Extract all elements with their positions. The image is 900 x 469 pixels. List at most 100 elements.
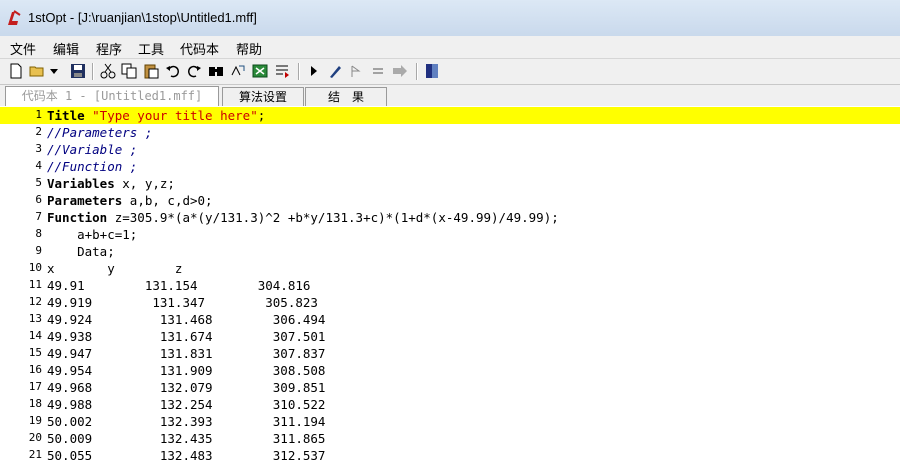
code-line[interactable]: 6 Parameters a,b, c,d>0; [0,192,900,209]
code-plain: 49.988 132.254 310.522 [47,397,326,412]
code-line[interactable]: 19 50.002 132.393 311.194 [0,413,900,430]
line-number: 6 [35,193,42,206]
code-line[interactable]: 16 49.954 131.909 308.508 [0,362,900,379]
code-plain: 49.938 131.674 307.501 [47,329,326,344]
code-comment: //Variable ; [47,142,138,157]
code-plain: z=305.9*(a*(y/131.3)^2 +b*y/131.3+c)*(1+… [114,210,559,225]
code-text: x y z [47,260,182,277]
line-number: 10 [28,261,42,274]
app-logo-icon [8,10,21,25]
redo-icon[interactable] [186,63,202,79]
code-plain: 50.002 132.393 311.194 [47,414,326,429]
code-line[interactable]: 15 49.947 131.831 307.837 [0,345,900,362]
code-plain: 49.954 131.909 308.508 [47,363,326,378]
code-text: 49.988 132.254 310.522 [47,396,325,413]
import-icon[interactable] [274,63,290,79]
debug-icon[interactable] [327,63,343,79]
line-number: 1 [35,108,42,121]
code-plain: a,b, c,d>0; [129,193,213,208]
code-line[interactable]: 1 Title "Type your title here"; [0,107,900,124]
code-text: 49.938 131.674 307.501 [47,328,325,345]
book-icon[interactable] [424,63,440,79]
tab-results[interactable]: 结 果 [305,87,387,106]
save-icon[interactable] [70,63,86,79]
line-number: 18 [28,397,42,410]
replace-icon[interactable] [230,63,246,79]
code-line[interactable]: 14 49.938 131.674 307.501 [0,328,900,345]
code-text: Function z=305.9*(a*(y/131.3)^2 +b*y/131… [47,209,559,226]
code-editor[interactable]: 1 Title "Type your title here"; 2 //Paramet… [0,106,900,469]
new-file-icon[interactable] [8,63,24,79]
menu-bar: 文件 编辑 程序 工具 代码本 帮助 [0,36,900,59]
copy-icon[interactable] [121,63,137,79]
tab-algorithm-settings[interactable]: 算法设置 [222,87,304,106]
toolbar-separator [92,63,94,80]
equals-icon[interactable] [370,63,386,79]
code-line[interactable]: 20 50.009 132.435 311.865 [0,430,900,447]
line-number: 3 [35,142,42,155]
code-plain: Data; [47,244,115,259]
menu-program[interactable]: 程序 [96,39,122,58]
code-line[interactable]: 18 49.988 132.254 310.522 [0,396,900,413]
cut-icon[interactable] [100,63,116,79]
menu-edit[interactable]: 编辑 [53,39,79,58]
code-plain: x y z [47,261,183,276]
code-plain: 49.924 131.468 306.494 [47,312,326,327]
menu-file[interactable]: 文件 [10,39,36,58]
code-line[interactable]: 21 50.055 132.483 312.537 [0,447,900,464]
step-icon[interactable] [348,63,364,79]
code-line[interactable]: 9 Data; [0,243,900,260]
code-text: Parameters a,b, c,d>0; [47,192,213,209]
code-line[interactable]: 7 Function z=305.9*(a*(y/131.3)^2 +b*y/13… [0,209,900,226]
line-number: 5 [35,176,42,189]
menu-tools[interactable]: 工具 [138,39,164,58]
code-keyword: Parameters [47,193,130,208]
code-keyword: Function [47,210,115,225]
code-text: 49.968 132.079 309.851 [47,379,325,396]
code-keyword: Title [47,108,93,123]
line-number: 13 [28,312,42,325]
tab-codebook[interactable]: 代码本 1 - [Untitled1.mff] [5,86,219,107]
paste-icon[interactable] [143,63,159,79]
code-line[interactable]: 12 49.919 131.347 305.823 [0,294,900,311]
code-text: 49.954 131.909 308.508 [47,362,325,379]
code-text: 49.919 131.347 305.823 [47,294,318,311]
code-plain: 50.055 132.483 312.537 [47,448,326,463]
line-number: 14 [28,329,42,342]
code-line[interactable]: 11 49.91 131.154 304.816 [0,277,900,294]
code-keyword: Variables [47,176,123,191]
code-text: a+b+c=1; [47,226,137,243]
code-line[interactable]: 5 Variables x, y,z; [0,175,900,192]
line-number: 2 [35,125,42,138]
menu-help[interactable]: 帮助 [236,39,262,58]
line-number: 4 [35,159,42,172]
undo-icon[interactable] [165,63,181,79]
toolbar-separator [298,63,300,80]
code-text: 50.055 132.483 312.537 [47,447,325,464]
open-folder-icon[interactable] [29,63,45,79]
code-text: Variables x, y,z; [47,175,175,192]
code-line[interactable]: 10 x y z [0,260,900,277]
code-line[interactable]: 13 49.924 131.468 306.494 [0,311,900,328]
run-icon[interactable] [306,63,322,79]
find-icon[interactable] [208,63,224,79]
code-plain: 49.91 131.154 304.816 [47,278,311,293]
menu-codebook[interactable]: 代码本 [180,39,219,58]
code-text: 49.924 131.468 306.494 [47,311,325,328]
line-number: 20 [28,431,42,444]
code-comment: //Function ; [47,159,138,174]
code-line[interactable]: 17 49.968 132.079 309.851 [0,379,900,396]
code-line[interactable]: 8 a+b+c=1; [0,226,900,243]
code-line[interactable]: 2 //Parameters ; [0,124,900,141]
forward-icon[interactable] [392,63,408,79]
code-text: 49.91 131.154 304.816 [47,277,310,294]
export-icon[interactable] [252,63,268,79]
line-number: 19 [28,414,42,427]
code-line[interactable]: 3 //Variable ; [0,141,900,158]
code-text: Title "Type your title here"; [47,107,265,124]
code-plain: 49.968 132.079 309.851 [47,380,326,395]
code-text: Data; [47,243,115,260]
code-line[interactable]: 4 //Function ; [0,158,900,175]
dropdown-arrow-icon[interactable] [49,63,59,79]
tab-bar: 代码本 1 - [Untitled1.mff] 算法设置 结 果 [0,85,900,107]
